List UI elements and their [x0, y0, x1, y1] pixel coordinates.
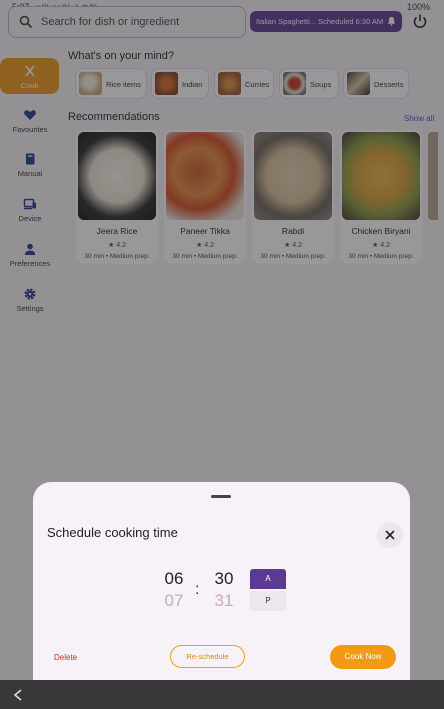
time-separator: : — [195, 581, 200, 598]
pm-option[interactable]: P — [250, 591, 286, 611]
drag-handle[interactable] — [211, 495, 231, 498]
hour-picker[interactable]: 06 07 — [159, 568, 189, 612]
back-chevron-icon[interactable] — [12, 688, 24, 702]
hour-next: 07 — [164, 591, 184, 610]
minute-next: 31 — [214, 591, 234, 610]
reschedule-button[interactable]: Re-schedule — [170, 645, 245, 668]
minute-current: 30 — [214, 569, 234, 588]
system-nav-bar — [0, 680, 444, 709]
am-pm-toggle: A P — [250, 569, 286, 613]
sheet-title: Schedule cooking time — [47, 525, 178, 540]
am-option[interactable]: A — [250, 569, 286, 589]
close-button[interactable] — [377, 522, 403, 548]
close-icon — [385, 530, 395, 540]
minute-picker[interactable]: 30 31 — [209, 568, 239, 612]
cook-now-button[interactable]: Cook Now — [330, 645, 396, 669]
schedule-bottom-sheet: Schedule cooking time 06 07 : 30 31 A P … — [33, 482, 410, 709]
delete-button[interactable]: Delete — [54, 653, 77, 662]
hour-current: 06 — [164, 569, 184, 588]
